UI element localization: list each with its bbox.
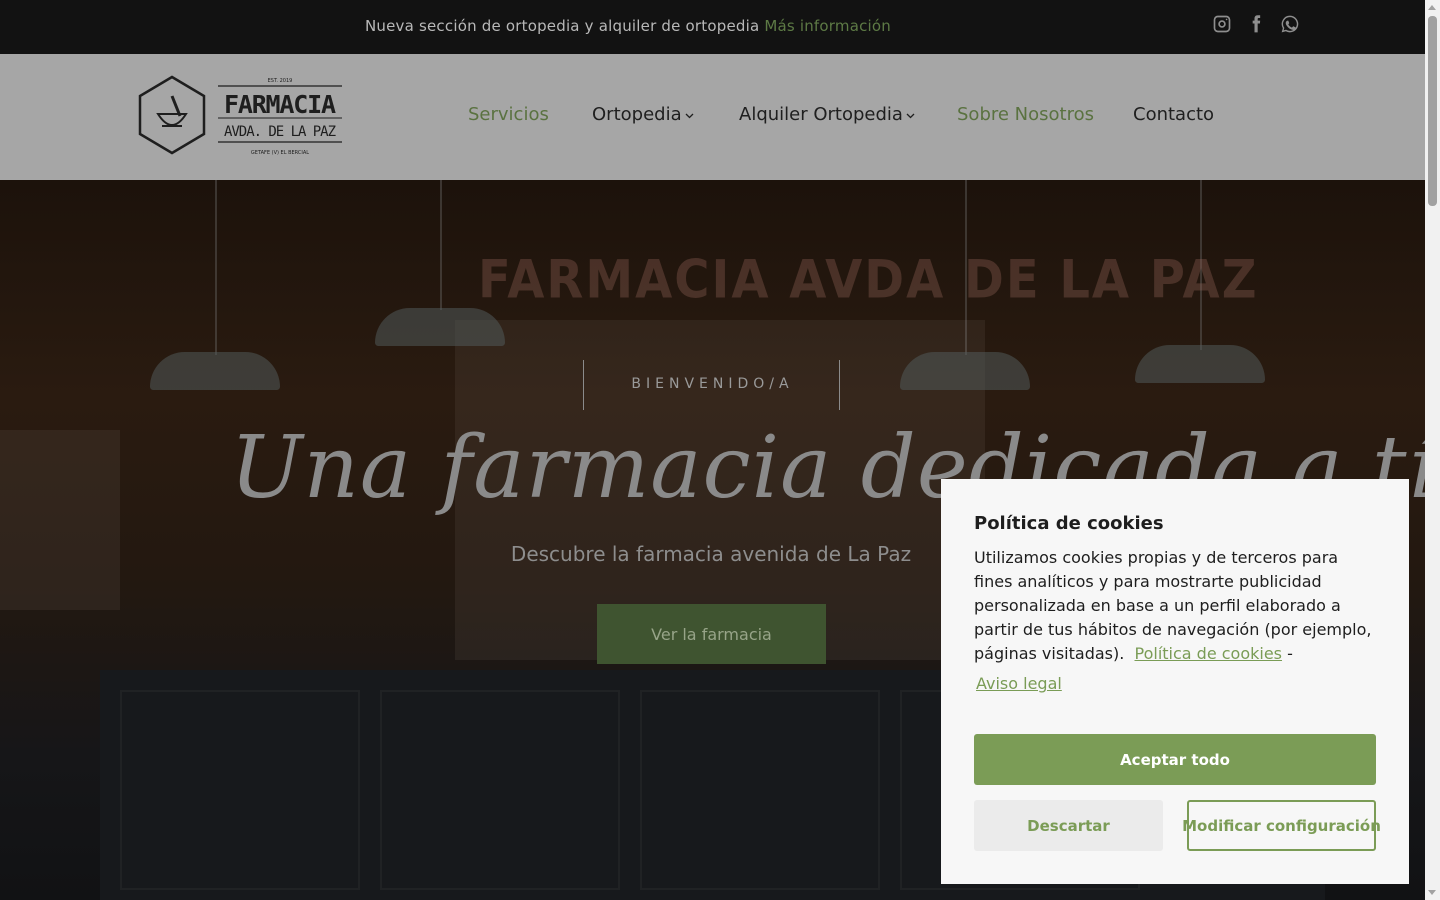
nav-servicios-label: Servicios bbox=[468, 104, 549, 125]
nav-alquiler-label: Alquiler Ortopedia bbox=[739, 104, 903, 125]
wall-frame bbox=[0, 430, 120, 610]
announcement-text: Nueva sección de ortopedia y alquiler de… bbox=[365, 17, 891, 35]
nav-sobre-label: Sobre Nosotros bbox=[957, 104, 1094, 125]
cookie-title: Política de cookies bbox=[974, 513, 1164, 534]
dismiss-button[interactable]: Descartar bbox=[974, 800, 1163, 851]
top-announcement-bar: Nueva sección de ortopedia y alquiler de… bbox=[0, 0, 1425, 54]
announcement-message: Nueva sección de ortopedia y alquiler de… bbox=[365, 17, 760, 35]
site-header: EST. 2019 FARMACIA AVDA. DE LA PAZ GETAF… bbox=[0, 54, 1425, 180]
page-scrollbar[interactable] bbox=[1425, 0, 1440, 900]
logo-est: EST. 2019 bbox=[268, 78, 293, 84]
more-info-link[interactable]: Más información bbox=[764, 17, 891, 35]
chevron-down-icon bbox=[685, 113, 694, 119]
lamp-wire bbox=[440, 180, 442, 310]
nav-servicios[interactable]: Servicios bbox=[468, 104, 549, 125]
logo-location: GETAFE (V) EL BERCIAL bbox=[251, 150, 309, 156]
nav-ortopedia-label: Ortopedia bbox=[592, 104, 682, 125]
lamp-wire bbox=[215, 180, 217, 355]
legal-notice-link[interactable]: Aviso legal bbox=[976, 672, 1062, 696]
logo-line2: AVDA. DE LA PAZ bbox=[224, 124, 336, 140]
scrollbar-thumb[interactable] bbox=[1428, 16, 1437, 206]
scroll-down-arrow-icon[interactable] bbox=[1428, 890, 1436, 895]
cabinet-panel bbox=[380, 690, 620, 890]
nav-contacto-label: Contacto bbox=[1133, 104, 1215, 125]
cookie-link-separator: - bbox=[1287, 644, 1293, 663]
cabinet-panel bbox=[640, 690, 880, 890]
cookie-policy-link[interactable]: Política de cookies bbox=[1135, 644, 1283, 663]
nav-sobre-nosotros[interactable]: Sobre Nosotros bbox=[957, 104, 1094, 125]
pendant-lamp bbox=[375, 308, 505, 346]
cookie-consent-dialog: Política de cookies Utilizamos cookies p… bbox=[941, 479, 1409, 884]
nav-contacto[interactable]: Contacto bbox=[1133, 104, 1214, 125]
cookie-body: Utilizamos cookies propias y de terceros… bbox=[974, 546, 1376, 696]
pharmacy-sign: FARMACIA AVDA DE LA PAZ bbox=[478, 249, 1259, 311]
nav-ortopedia[interactable]: Ortopedia bbox=[592, 104, 694, 125]
cabinet-panel bbox=[120, 690, 360, 890]
scroll-up-arrow-icon[interactable] bbox=[1428, 5, 1436, 10]
modify-settings-button[interactable]: Modificar configuración bbox=[1182, 800, 1381, 851]
facebook-icon[interactable] bbox=[1246, 14, 1266, 34]
instagram-icon[interactable] bbox=[1212, 14, 1232, 34]
pharmacy-logo[interactable]: EST. 2019 FARMACIA AVDA. DE LA PAZ GETAF… bbox=[138, 74, 342, 160]
logo-line1: FARMACIA bbox=[224, 90, 336, 119]
accept-all-button[interactable]: Aceptar todo bbox=[974, 734, 1376, 785]
whatsapp-icon[interactable] bbox=[1280, 14, 1300, 34]
ver-farmacia-button[interactable]: Ver la farmacia bbox=[597, 604, 826, 664]
nav-alquiler-ortopedia[interactable]: Alquiler Ortopedia bbox=[739, 104, 915, 125]
chevron-down-icon bbox=[906, 113, 915, 119]
welcome-label: BIENVENIDO/A bbox=[631, 376, 794, 392]
